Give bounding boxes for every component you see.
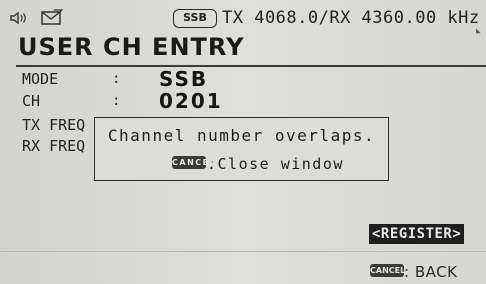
back-label: : BACK <box>404 263 458 281</box>
mode-colon: : <box>112 71 121 87</box>
corner-marker: ◣ <box>476 26 481 35</box>
mode-label: MODE <box>22 70 59 88</box>
title-divider <box>16 65 486 67</box>
channel-label: CH <box>22 92 41 110</box>
mode-badge: SSB <box>173 9 217 28</box>
tx-freq-label: TX FREQ <box>22 116 86 134</box>
frequency-readout: TX 4068.0/RX 4360.00 kHz <box>222 8 480 28</box>
close-window-hint[interactable]: CANCEL:Close window <box>172 155 344 173</box>
back-button[interactable]: CANCEL: BACK <box>370 262 457 281</box>
cancel-key-icon: CANCEL <box>172 156 217 169</box>
footer-divider <box>0 251 486 252</box>
close-window-text: :Close window <box>207 155 344 173</box>
channel-colon: : <box>112 93 121 109</box>
register-button[interactable]: <REGISTER> <box>369 224 465 244</box>
dialog-message: Channel number overlaps. <box>107 126 376 145</box>
status-bar: SSB TX 4068.0/RX 4360.00 kHz ◣ <box>0 0 486 35</box>
mail-icon <box>41 9 64 25</box>
speaker-icon <box>10 11 26 25</box>
channel-value[interactable]: 0201 <box>159 89 223 113</box>
overlap-dialog: Channel number overlaps. CANCEL:Close wi… <box>94 117 389 181</box>
cancel-key-icon: CANCEL <box>370 264 406 277</box>
rx-freq-label: RX FREQ <box>22 137 86 155</box>
lcd-screen: SSB TX 4068.0/RX 4360.00 kHz ◣ USER CH E… <box>0 0 486 284</box>
mode-value[interactable]: SSB <box>159 67 208 91</box>
page-title: USER CH ENTRY <box>18 33 245 61</box>
